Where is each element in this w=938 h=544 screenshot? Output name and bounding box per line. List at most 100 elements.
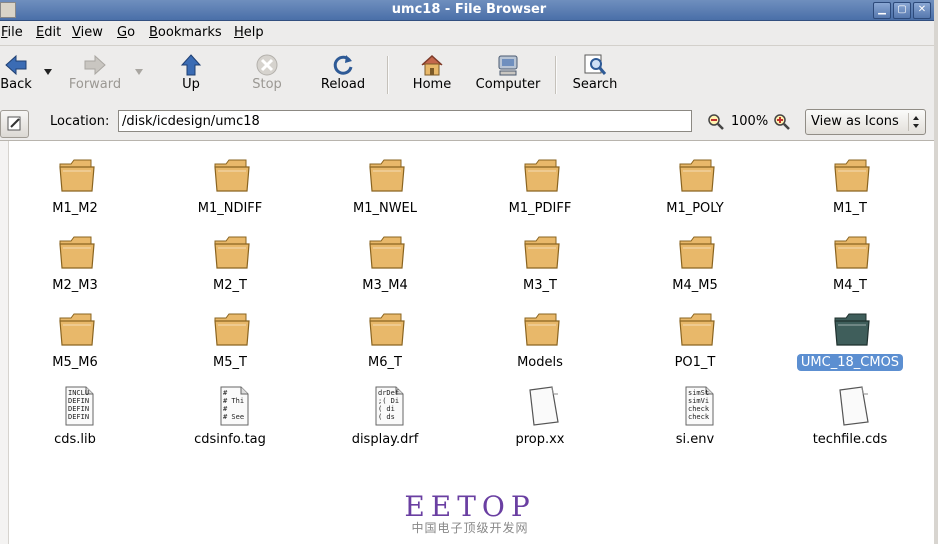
folder-icon [57, 232, 97, 272]
menu-bar: File Edit View Go Bookmarks Help [0, 21, 938, 46]
folder-icon [677, 232, 717, 272]
svg-text:check: check [688, 413, 710, 421]
up-button[interactable]: Up [165, 46, 217, 104]
file-item[interactable]: prop.xx [465, 378, 615, 448]
folder-item[interactable]: M5_M6 [0, 301, 150, 371]
menu-file[interactable]: File [1, 25, 23, 40]
item-label: si.env [675, 432, 715, 447]
window-right-edge [934, 0, 938, 544]
title-bar: umc18 - File Browser ▁ ▢ ✕ [0, 0, 938, 21]
minimize-button[interactable]: ▁ [873, 2, 891, 19]
menu-view[interactable]: View [72, 25, 103, 40]
computer-button[interactable]: Computer [472, 46, 544, 104]
folder-item[interactable]: M1_PDIFF [465, 147, 615, 217]
item-label: M3_T [523, 278, 557, 293]
folder-item[interactable]: M2_M3 [0, 224, 150, 294]
file-item[interactable]: drDef ;( Di ( di ( ds display.drf [310, 378, 460, 448]
svg-text:DEFIN: DEFIN [68, 413, 89, 421]
folder-item[interactable]: M1_NWEL [310, 147, 460, 217]
location-edit-toggle[interactable] [0, 110, 29, 138]
select-updown-icon [908, 113, 919, 131]
maximize-button[interactable]: ▢ [893, 2, 911, 19]
reload-icon [333, 55, 353, 75]
search-button[interactable]: Search [568, 46, 622, 104]
menu-bookmarks[interactable]: Bookmarks [149, 25, 222, 40]
folder-item[interactable]: M1_T [775, 147, 925, 217]
folder-item[interactable]: UMC_18_CMOS [775, 301, 925, 371]
close-button[interactable]: ✕ [913, 2, 931, 19]
item-label: M2_M3 [52, 278, 98, 293]
item-label: M1_NWEL [352, 201, 418, 216]
search-icon [584, 54, 607, 75]
forward-button[interactable]: Forward [62, 46, 128, 104]
folder-icon [522, 309, 562, 349]
item-label: M2_T [213, 278, 247, 293]
item-label: cds.lib [54, 432, 96, 447]
stop-icon [256, 54, 278, 76]
file-item[interactable]: # # Thi # # See cdsinfo.tag [155, 378, 305, 448]
zoom-out-icon[interactable] [707, 113, 725, 131]
stop-button[interactable]: Stop [240, 46, 294, 104]
folder-icon [522, 155, 562, 195]
folder-item[interactable]: M1_M2 [0, 147, 150, 217]
folder-item[interactable]: M5_T [155, 301, 305, 371]
svg-text:simSt: simSt [688, 389, 709, 397]
svg-text:drDef: drDef [378, 389, 399, 397]
folder-item[interactable]: M1_POLY [620, 147, 770, 217]
menu-go[interactable]: Go [117, 25, 135, 40]
item-label: Models [517, 355, 563, 370]
text-file-icon: simSt simVi check check [677, 386, 717, 426]
reload-button[interactable]: Reload [312, 46, 374, 104]
folder-item[interactable]: M4_T [775, 224, 925, 294]
item-label: M5_T [213, 355, 247, 370]
menu-help[interactable]: Help [234, 25, 264, 40]
folder-item[interactable]: Models [465, 301, 615, 371]
zoom-level[interactable]: 100% [731, 114, 768, 129]
folder-item[interactable]: PO1_T [620, 301, 770, 371]
text-file-icon: # # Thi # # See [212, 386, 252, 426]
text-file-icon: drDef ;( Di ( di ( ds [367, 386, 407, 426]
item-label: prop.xx [515, 432, 565, 447]
zoom-in-icon[interactable] [773, 113, 791, 131]
home-icon [421, 54, 443, 76]
folder-icon [367, 232, 407, 272]
item-label: cdsinfo.tag [194, 432, 266, 447]
computer-icon [498, 55, 518, 76]
svg-text:( di: ( di [378, 405, 395, 413]
file-item[interactable]: simSt simVi check check si.env [620, 378, 770, 448]
back-history-dropdown-icon[interactable] [43, 68, 53, 76]
text-file-icon: INCLU DEFIN DEFIN DEFIN [57, 386, 97, 426]
item-label: M5_M6 [52, 355, 98, 370]
folder-item[interactable]: M1_NDIFF [155, 147, 305, 217]
menu-edit[interactable]: Edit [36, 25, 61, 40]
view-mode-select[interactable]: View as Icons [805, 109, 926, 135]
folder-item[interactable]: M2_T [155, 224, 305, 294]
item-label: M1_NDIFF [197, 201, 263, 216]
item-label: display.drf [351, 432, 419, 447]
svg-text:# Thi: # Thi [223, 397, 244, 405]
folder-icon [212, 155, 252, 195]
folder-item[interactable]: M3_M4 [310, 224, 460, 294]
folder-item[interactable]: M3_T [465, 224, 615, 294]
file-item[interactable]: techfile.cds [775, 378, 925, 448]
blank-file-icon [832, 386, 872, 426]
location-input[interactable]: /disk/icdesign/umc18 [118, 110, 692, 132]
svg-text:DEFIN: DEFIN [68, 397, 89, 405]
folder-item[interactable]: M6_T [310, 301, 460, 371]
svg-text:INCLU: INCLU [68, 389, 89, 397]
svg-text:DEFIN: DEFIN [68, 405, 89, 413]
forward-history-dropdown-icon[interactable] [134, 68, 144, 76]
back-button[interactable]: Back [0, 46, 32, 104]
folder-icon [367, 309, 407, 349]
home-button[interactable]: Home [402, 46, 462, 104]
folder-item[interactable]: M4_M5 [620, 224, 770, 294]
item-label: M4_M5 [672, 278, 718, 293]
item-label: M1_PDIFF [508, 201, 572, 216]
item-label: UMC_18_CMOS [775, 354, 925, 371]
blank-file-icon [522, 386, 562, 426]
file-item[interactable]: INCLU DEFIN DEFIN DEFIN cds.lib [0, 378, 150, 448]
item-label: M1_M2 [52, 201, 98, 216]
back-arrow-icon [5, 54, 27, 76]
folder-icon [57, 155, 97, 195]
watermark: EETOP 中国电子顶级开发网 [400, 490, 540, 536]
